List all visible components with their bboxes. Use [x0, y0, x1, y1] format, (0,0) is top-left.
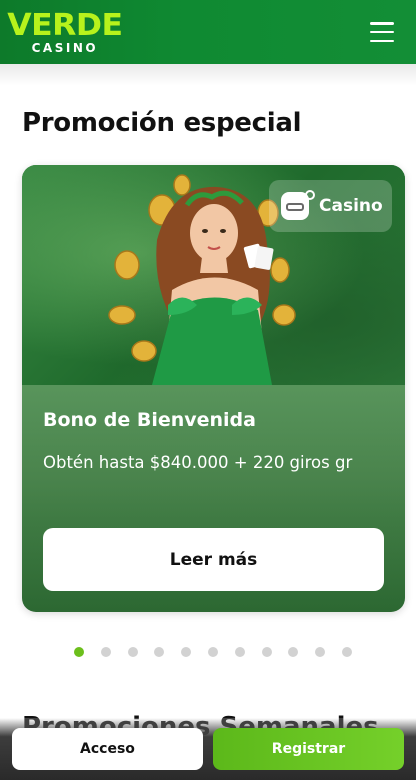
promo-image: Casino — [22, 165, 405, 385]
header-shadow — [0, 64, 416, 86]
register-button[interactable]: Registrar — [213, 728, 404, 770]
promo-description: Obtén hasta $840.000 + 220 giros gr — [43, 453, 353, 472]
carousel-dot[interactable] — [74, 647, 84, 657]
login-button[interactable]: Acceso — [12, 728, 203, 770]
promo-title: Bono de Bienvenida — [43, 409, 256, 431]
menu-line — [370, 22, 394, 25]
carousel-dot[interactable] — [261, 647, 272, 657]
promo-card[interactable]: Casino Bono de Bienvenida Obtén hasta $8… — [22, 165, 405, 612]
carousel-dot[interactable] — [181, 647, 192, 657]
carousel-dot[interactable] — [207, 647, 218, 657]
hamburger-menu-icon[interactable] — [370, 22, 394, 42]
header: VERDE CASINO — [0, 0, 416, 64]
carousel-pagination — [74, 647, 352, 657]
category-badge: Casino — [269, 180, 392, 232]
casino-gamepad-icon — [281, 190, 315, 220]
carousel-dot[interactable] — [341, 647, 352, 657]
carousel-dot[interactable] — [234, 647, 245, 657]
bottom-action-bar: Acceso Registrar — [0, 718, 416, 780]
logo-sub-text: CASINO — [31, 40, 99, 55]
menu-line — [370, 30, 394, 34]
logo-main-text: VERDE — [7, 7, 123, 43]
section-title: Promoción especial — [22, 108, 302, 138]
read-more-button[interactable]: Leer más — [43, 528, 384, 591]
carousel-dot[interactable] — [127, 647, 138, 657]
badge-label: Casino — [319, 196, 383, 216]
carousel-dot[interactable] — [315, 647, 326, 657]
menu-line — [370, 39, 394, 42]
logo[interactable]: VERDE CASINO — [7, 7, 123, 55]
carousel-dot[interactable] — [154, 647, 165, 657]
carousel-dot[interactable] — [100, 647, 111, 657]
carousel-dot[interactable] — [288, 647, 299, 657]
